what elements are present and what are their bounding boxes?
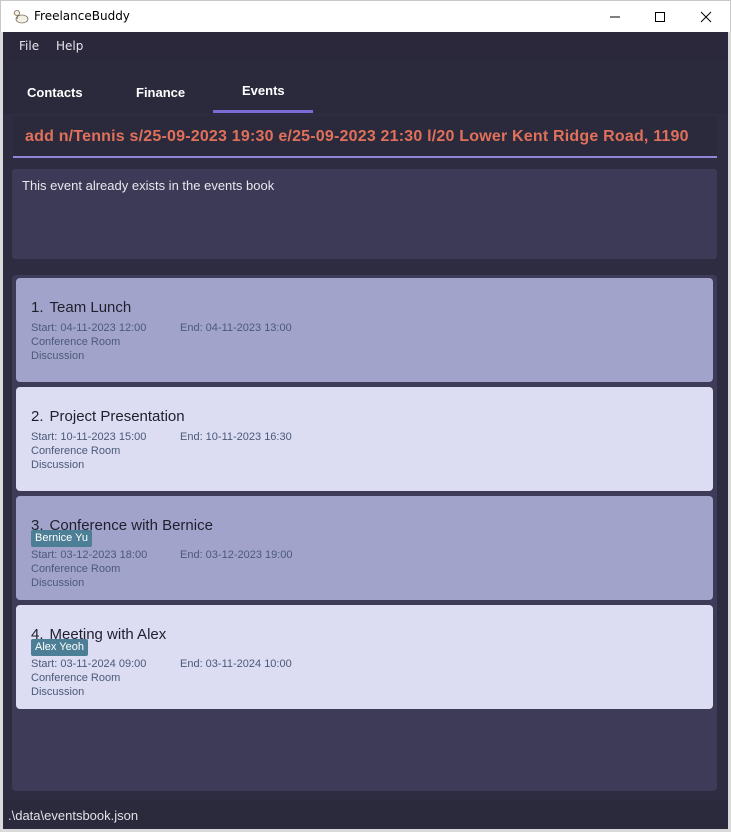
tab-events[interactable]: Events: [242, 83, 285, 98]
event-start: Start: 03-11-2024 09:00: [31, 658, 147, 670]
event-title: 1. Team Lunch: [31, 299, 131, 316]
maximize-icon: [655, 12, 665, 22]
event-start: Start: 03-12-2023 18:00: [31, 549, 148, 561]
event-card[interactable]: 4. Meeting with Alex Alex Yeoh Start: 03-…: [16, 605, 713, 709]
event-description: Discussion: [31, 350, 85, 362]
event-description: Discussion: [31, 459, 85, 471]
event-description: Discussion: [31, 686, 85, 698]
menu-help[interactable]: Help: [56, 39, 83, 53]
minimize-icon: [610, 16, 620, 18]
event-end: End: 03-12-2023 19:00: [180, 549, 293, 561]
event-start: Start: 10-11-2023 15:00: [31, 431, 147, 443]
app-logo-icon: [12, 8, 30, 26]
event-list[interactable]: 1. Team Lunch Start: 04-11-2023 12:00 End…: [12, 275, 717, 791]
maximize-button[interactable]: [637, 1, 683, 33]
command-input[interactable]: add n/Tennis s/25-09-2023 19:30 e/25-09-…: [13, 116, 717, 158]
tab-contacts[interactable]: Contacts: [27, 85, 83, 100]
data-file-path: .\data\eventsbook.json: [8, 808, 139, 823]
event-card[interactable]: 3. Conference with Bernice Bernice Yu Sta…: [16, 496, 713, 600]
window-title: FreelanceBuddy: [34, 9, 130, 23]
event-location: Conference Room: [31, 445, 121, 457]
event-card[interactable]: 2. Project Presentation Start: 10-11-2023…: [16, 387, 713, 491]
event-end: End: 04-11-2023 13:00: [180, 322, 292, 334]
menu-bar: File Help: [3, 32, 728, 60]
event-location: Conference Room: [31, 336, 121, 348]
tab-bar: Contacts Finance Events: [3, 60, 728, 114]
contact-tag: Alex Yeoh: [31, 639, 88, 656]
command-text: add n/Tennis s/25-09-2023 19:30 e/25-09-…: [25, 128, 689, 145]
window-titlebar[interactable]: FreelanceBuddy: [0, 0, 731, 32]
tab-finance[interactable]: Finance: [136, 85, 185, 100]
event-end: End: 10-11-2023 16:30: [180, 431, 292, 443]
event-end: End: 03-11-2024 10:00: [180, 658, 292, 670]
selected-tab-indicator: [213, 110, 313, 113]
result-message: This event already exists in the events …: [22, 178, 275, 193]
event-card[interactable]: 1. Team Lunch Start: 04-11-2023 12:00 End…: [16, 278, 713, 382]
event-start: Start: 04-11-2023 12:00: [31, 322, 147, 334]
event-description: Discussion: [31, 577, 85, 589]
close-icon: [700, 11, 712, 23]
event-location: Conference Room: [31, 563, 121, 575]
status-bar: .\data\eventsbook.json: [3, 800, 728, 829]
menu-file[interactable]: File: [19, 39, 39, 53]
event-index: 1.: [31, 299, 44, 316]
event-location: Conference Room: [31, 672, 121, 684]
event-name: Team Lunch: [49, 299, 132, 316]
minimize-button[interactable]: [592, 1, 638, 33]
contact-tag: Bernice Yu: [31, 530, 93, 547]
result-display[interactable]: This event already exists in the events …: [12, 169, 717, 259]
close-button[interactable]: [683, 1, 729, 33]
event-index: 2.: [31, 408, 44, 425]
event-title: 2. Project Presentation: [31, 408, 185, 425]
event-name: Project Presentation: [49, 408, 185, 425]
app-window: File Help Contacts Finance Events add n/…: [0, 32, 731, 832]
